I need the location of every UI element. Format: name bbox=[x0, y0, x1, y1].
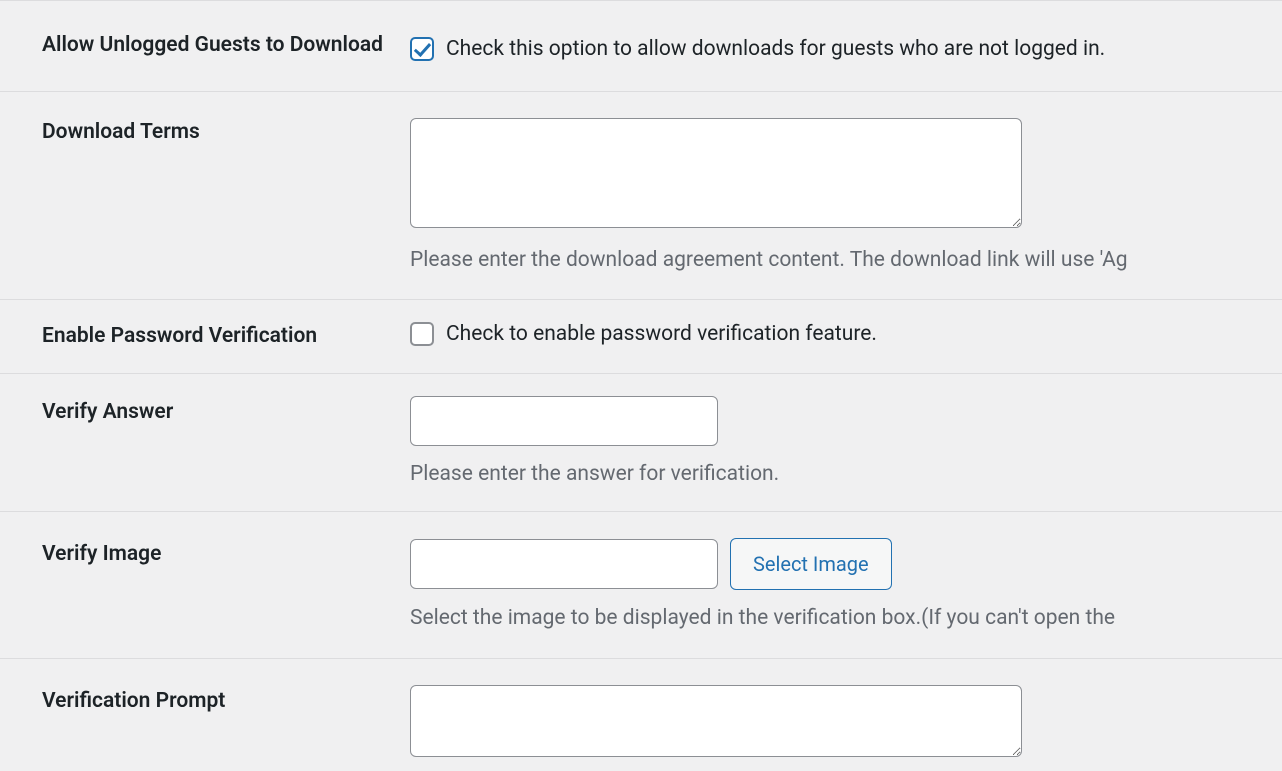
label-verify-image: Verify Image bbox=[0, 512, 400, 658]
checkbox-wrapper-allow-guests[interactable]: Check this option to allow downloads for… bbox=[410, 37, 1272, 61]
label-allow-unlogged-guests: Allow Unlogged Guests to Download bbox=[0, 1, 400, 92]
row-verify-image: Verify Image Select Image Select the ima… bbox=[0, 512, 1282, 658]
input-verify-answer[interactable] bbox=[410, 396, 718, 446]
checkbox-allow-unlogged-guests[interactable] bbox=[410, 37, 434, 61]
description-verify-answer: Please enter the answer for verification… bbox=[410, 460, 1272, 489]
description-verify-image: Select the image to be displayed in the … bbox=[410, 604, 1272, 633]
label-download-terms: Download Terms bbox=[0, 92, 400, 300]
row-download-terms: Download Terms Please enter the download… bbox=[0, 92, 1282, 300]
textarea-verification-prompt[interactable] bbox=[410, 685, 1022, 757]
checkbox-label-allow-guests: Check this option to allow downloads for… bbox=[446, 37, 1105, 61]
checkbox-wrapper-enable-password[interactable]: Check to enable password verification fe… bbox=[410, 322, 1272, 346]
row-allow-unlogged-guests: Allow Unlogged Guests to Download Check … bbox=[0, 1, 1282, 92]
description-download-terms: Please enter the download agreement cont… bbox=[410, 246, 1272, 275]
label-verification-prompt: Verification Prompt bbox=[0, 658, 400, 771]
checkbox-label-enable-password: Check to enable password verification fe… bbox=[446, 322, 877, 346]
label-enable-password-verification: Enable Password Verification bbox=[0, 300, 400, 373]
row-verify-answer: Verify Answer Please enter the answer fo… bbox=[0, 373, 1282, 511]
input-verify-image[interactable] bbox=[410, 539, 718, 589]
checkbox-enable-password-verification[interactable] bbox=[410, 322, 434, 346]
label-verify-answer: Verify Answer bbox=[0, 373, 400, 511]
select-image-button[interactable]: Select Image bbox=[730, 538, 892, 590]
textarea-download-terms[interactable] bbox=[410, 118, 1022, 228]
row-verification-prompt: Verification Prompt bbox=[0, 658, 1282, 771]
row-enable-password-verification: Enable Password Verification Check to en… bbox=[0, 300, 1282, 373]
